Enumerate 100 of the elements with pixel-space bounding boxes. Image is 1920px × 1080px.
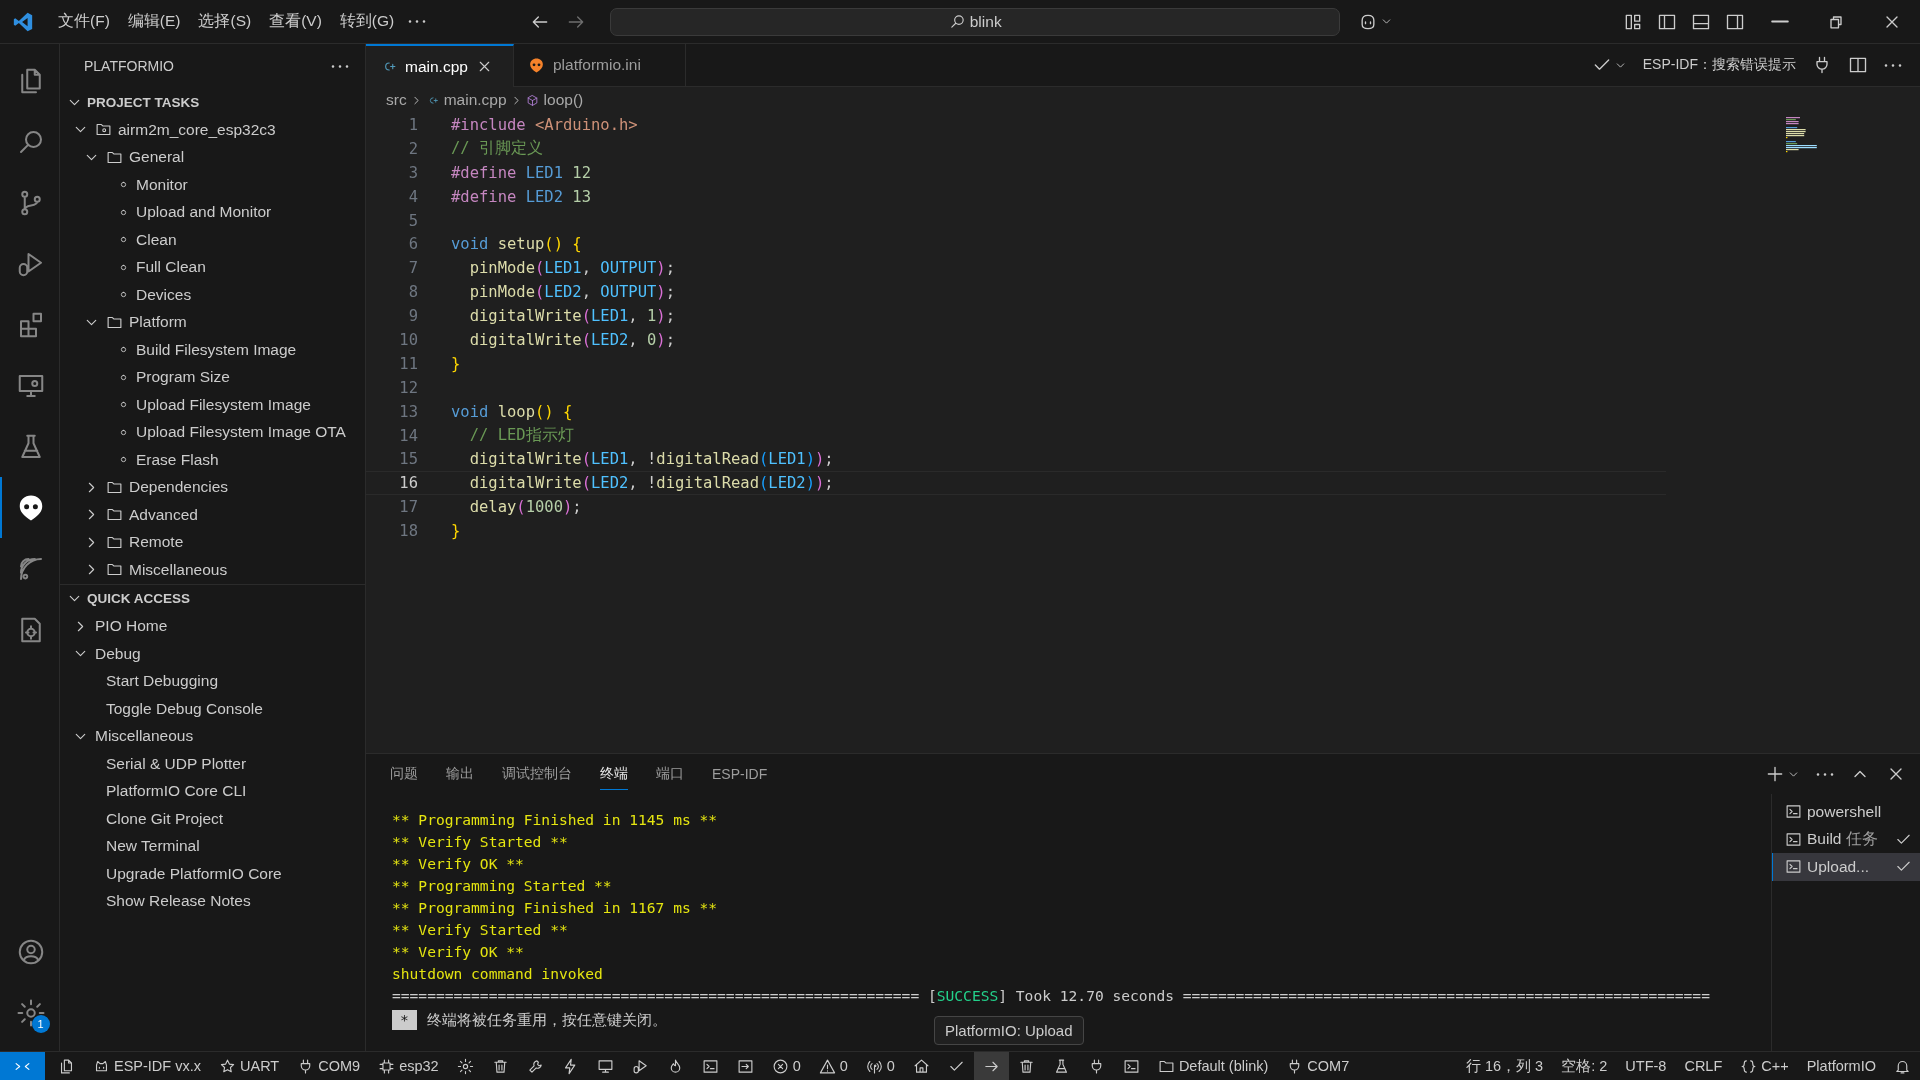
terminal-tab[interactable]: Build 任务 bbox=[1772, 825, 1920, 853]
panel-tab[interactable]: 终端 bbox=[600, 758, 628, 790]
line-number: 16 bbox=[398, 474, 418, 493]
terminal-line: ============================================================ [SUCCESS] Took 12.70 seconds ============================================================ bbox=[392, 986, 1711, 1006]
tree-item[interactable]: New Terminal bbox=[60, 832, 365, 860]
tree-item[interactable]: General bbox=[60, 143, 365, 171]
search-icon bbox=[948, 13, 966, 30]
status-item[interactable]: esp32 bbox=[369, 1052, 448, 1080]
tree-item[interactable]: Miscellaneous bbox=[60, 556, 365, 584]
panel-tab[interactable]: 端口 bbox=[656, 758, 684, 790]
gear-icon bbox=[456, 1057, 474, 1075]
tree-item[interactable]: Miscellaneous bbox=[60, 722, 365, 750]
status-item[interactable]: 0 bbox=[856, 1052, 904, 1080]
search-field[interactable]: blink bbox=[610, 7, 1341, 36]
status-item[interactable]: C++ bbox=[1731, 1052, 1798, 1080]
line-number: 15 bbox=[398, 450, 418, 469]
line-number: 17 bbox=[398, 498, 418, 517]
menu-item[interactable]: 文件(F) bbox=[50, 7, 118, 36]
plus-icon bbox=[1765, 764, 1785, 784]
breadcrumb-item[interactable]: main.cpp bbox=[425, 91, 507, 109]
tree-item[interactable]: Remote bbox=[60, 528, 365, 556]
editor-tab[interactable]: platformio.ini bbox=[514, 44, 686, 86]
code-line: void setup() { bbox=[451, 235, 582, 254]
code-line: } bbox=[451, 522, 461, 541]
tree-item[interactable]: Upgrade PlatformIO Core bbox=[60, 860, 365, 888]
panel-tab[interactable]: 问题 bbox=[390, 758, 418, 790]
menu-item[interactable]: 编辑(E) bbox=[119, 7, 189, 36]
section-header[interactable]: QUICK ACCESS bbox=[60, 584, 365, 613]
tree-item[interactable]: PIO Home bbox=[60, 612, 365, 640]
code-line: #define LED2 13 bbox=[451, 187, 591, 206]
code-line: pinMode(LED2, OUTPUT); bbox=[468, 283, 676, 302]
tree-item[interactable]: Upload Filesystem Image bbox=[60, 391, 365, 419]
tree-item[interactable]: Start Debugging bbox=[60, 667, 365, 695]
status-item[interactable]: 0 bbox=[762, 1052, 810, 1080]
status-item[interactable]: 行 16，列 3 bbox=[1456, 1052, 1553, 1080]
terminal-line: ** Verify Started ** bbox=[392, 832, 569, 852]
panel-tab[interactable]: 调试控制台 bbox=[502, 758, 572, 790]
panel-tab[interactable]: ESP-IDF bbox=[712, 759, 768, 789]
tree-item[interactable]: Clean bbox=[60, 226, 365, 254]
terminal-line: ** Programming Finished in 1145 ms ** bbox=[392, 810, 719, 830]
tree-item[interactable]: PlatformIO Core CLI bbox=[60, 777, 365, 805]
tree-item[interactable]: airm2m_core_esp32c3 bbox=[60, 116, 365, 144]
status-item[interactable]: COM7 bbox=[1277, 1052, 1359, 1080]
tree-item[interactable]: Full Clean bbox=[60, 253, 365, 281]
terminal-tab[interactable]: Upload... bbox=[1772, 853, 1920, 881]
code-line: // LED指示灯 bbox=[468, 425, 574, 446]
tooltip: PlatformIO: Upload bbox=[934, 1016, 1084, 1045]
status-item[interactable]: UTF-8 bbox=[1616, 1052, 1676, 1080]
terminal-tab[interactable]: powershell bbox=[1772, 798, 1920, 826]
activity-button[interactable]: 1 bbox=[0, 982, 60, 1043]
breadcrumb-item[interactable]: loop() bbox=[525, 91, 584, 109]
tree-item[interactable]: Monitor bbox=[60, 171, 365, 199]
chip-icon bbox=[378, 1057, 396, 1075]
terminal-icon bbox=[701, 1057, 719, 1075]
sidebar-title: PLATFORMIO bbox=[84, 58, 174, 74]
tree-item[interactable]: Advanced bbox=[60, 501, 365, 529]
line-number: 9 bbox=[407, 307, 418, 326]
tree-item[interactable]: Devices bbox=[60, 281, 365, 309]
menu-item[interactable]: 选择(S) bbox=[190, 7, 260, 36]
tree-item[interactable]: Upload and Monitor bbox=[60, 198, 365, 226]
tree-item[interactable]: Dependencies bbox=[60, 473, 365, 501]
esp-idf-hint-button[interactable]: ESP-IDF：搜索错误提示 bbox=[1638, 56, 1800, 74]
code-line: #define LED1 12 bbox=[451, 163, 591, 182]
tree-item[interactable]: Show Release Notes bbox=[60, 887, 365, 915]
status-item[interactable]: COM9 bbox=[288, 1052, 370, 1080]
reuse-badge: * bbox=[392, 1010, 417, 1030]
section-header[interactable]: PROJECT TASKS bbox=[60, 88, 365, 116]
status-item[interactable]: CRLF bbox=[1675, 1052, 1732, 1080]
tree-item[interactable]: Clone Git Project bbox=[60, 805, 365, 833]
task-tag: 任务 bbox=[1846, 828, 1879, 850]
menu-item[interactable]: 查看(V) bbox=[261, 7, 330, 36]
panel-tab[interactable]: 输出 bbox=[446, 758, 474, 790]
terminal-icon bbox=[1785, 830, 1802, 848]
breadcrumb-item[interactable]: src bbox=[386, 91, 407, 109]
status-item[interactable]: 0 bbox=[809, 1052, 857, 1080]
terminal-line: ** Programming Started ** bbox=[392, 876, 613, 896]
code-line: // 引脚定义 bbox=[451, 138, 543, 160]
tree-item[interactable]: Build Filesystem Image bbox=[60, 336, 365, 364]
arrow-box-icon bbox=[736, 1057, 754, 1075]
status-item[interactable]: UART bbox=[210, 1052, 289, 1080]
trash-icon bbox=[491, 1057, 509, 1075]
gear-icon bbox=[15, 997, 46, 1028]
status-item[interactable]: ESP-IDF vx.x bbox=[84, 1052, 210, 1080]
tree-item[interactable]: Toggle Debug Console bbox=[60, 695, 365, 723]
status-item[interactable]: Default (blink) bbox=[1148, 1052, 1278, 1080]
tree-item[interactable]: Erase Flash bbox=[60, 446, 365, 474]
line-number: 7 bbox=[407, 259, 418, 278]
tree-item[interactable]: Upload Filesystem Image OTA bbox=[60, 418, 365, 446]
status-item[interactable]: PlatformIO bbox=[1797, 1052, 1885, 1080]
status-item[interactable]: 空格: 2 bbox=[1552, 1052, 1617, 1080]
terminal-notice: 终端将被任务重用，按任意键关闭。 bbox=[426, 1010, 667, 1030]
tree-item[interactable]: Program Size bbox=[60, 363, 365, 391]
tree-item[interactable]: Platform bbox=[60, 308, 365, 336]
tree-item[interactable]: Serial & UDP Plotter bbox=[60, 750, 365, 778]
tree-item[interactable]: Debug bbox=[60, 640, 365, 668]
split-icon bbox=[1848, 55, 1868, 75]
menu-item[interactable]: 转到(G) bbox=[331, 7, 403, 36]
line-number: 12 bbox=[398, 378, 418, 397]
status-item[interactable] bbox=[973, 1052, 1009, 1080]
editor-tab[interactable]: main.cpp bbox=[366, 44, 514, 87]
